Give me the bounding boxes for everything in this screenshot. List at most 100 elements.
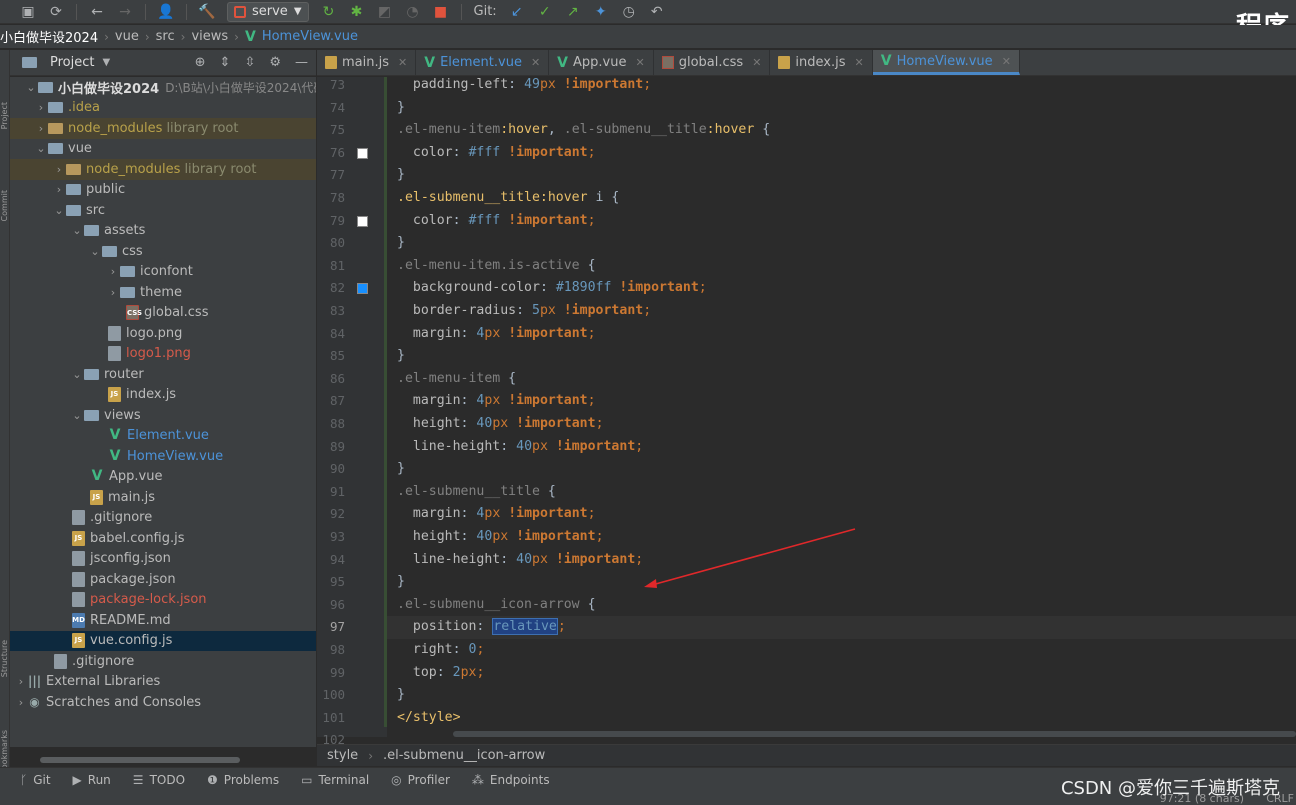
tree-item-assets[interactable]: ⌄ assets — [10, 221, 316, 242]
chevron-right-icon[interactable]: › — [52, 163, 66, 176]
git-update-icon[interactable]: ↙ — [509, 4, 525, 20]
tree-item-jsconfig[interactable]: jsconfig.json — [10, 549, 316, 570]
tool-terminal[interactable]: ▭ Terminal — [301, 773, 369, 787]
editor-gutter[interactable]: 73 74 75 76 77 78 79 80 81 82 83 84 85 86 87 88 89 90 91 92… — [317, 77, 387, 747]
project-horizontal-scrollbar[interactable] — [40, 757, 240, 763]
tool-endpoints[interactable]: ⁂ Endpoints — [472, 773, 550, 787]
close-icon[interactable]: ✕ — [635, 56, 644, 69]
chevron-down-icon[interactable]: ▼ — [102, 57, 110, 68]
code-crumb-selector[interactable]: .el-submenu__icon-arrow — [383, 748, 545, 763]
forward-icon[interactable]: → — [117, 4, 133, 20]
tree-item-gitignore-vue[interactable]: .gitignore — [10, 508, 316, 529]
tree-item-src[interactable]: ⌄ src — [10, 200, 316, 221]
tree-item-views[interactable]: ⌄ views — [10, 405, 316, 426]
tree-item-node-modules-vue[interactable]: › node_modules library root — [10, 159, 316, 180]
save-icon[interactable]: ▣ — [20, 4, 36, 20]
structure-tool-tab[interactable]: Structure — [0, 640, 10, 677]
back-icon[interactable]: ← — [89, 4, 105, 20]
code-crumb-style[interactable]: style — [327, 748, 358, 763]
tree-item-gitignore-root[interactable]: .gitignore — [10, 651, 316, 672]
tree-item-babel-config[interactable]: JS babel.config.js — [10, 528, 316, 549]
tree-item-node-modules-root[interactable]: › node_modules library root — [10, 118, 316, 139]
tree-item-package-json[interactable]: package.json — [10, 569, 316, 590]
tab-app-vue[interactable]: V App.vue ✕ — [549, 50, 654, 75]
tree-item-scratches[interactable]: › ◉ Scratches and Consoles — [10, 692, 316, 713]
editor-horizontal-scrollbar[interactable] — [453, 731, 1296, 737]
nav-crumb-file[interactable]: HomeView.vue — [262, 29, 358, 44]
tab-main-js[interactable]: main.js ✕ — [317, 50, 417, 75]
git-fetch-icon[interactable]: ✦ — [593, 4, 609, 20]
tool-profiler[interactable]: ◎ Profiler — [391, 773, 450, 787]
gear-icon[interactable]: ⚙ — [269, 55, 281, 70]
chevron-down-icon[interactable]: ⌄ — [34, 142, 48, 155]
tree-item-main-js[interactable]: JS main.js — [10, 487, 316, 508]
rollback-icon[interactable]: ↶ — [649, 4, 665, 20]
color-swatch-icon[interactable] — [357, 147, 368, 159]
tree-item-global-css[interactable]: CSS global.css — [10, 303, 316, 324]
tree-item-css[interactable]: ⌄ css — [10, 241, 316, 262]
chevron-down-icon[interactable]: ⌄ — [24, 81, 38, 94]
hammer-icon[interactable]: 🔨 — [198, 4, 215, 20]
tool-run[interactable]: ▶ Run — [73, 773, 111, 787]
tree-item-iconfont[interactable]: › iconfont — [10, 262, 316, 283]
chevron-right-icon[interactable]: › — [34, 101, 48, 114]
git-commit-icon[interactable]: ✓ — [537, 4, 553, 20]
chevron-right-icon[interactable]: › — [14, 675, 28, 688]
user-icon[interactable]: 👤 — [157, 4, 174, 20]
stop-icon[interactable]: ■ — [433, 4, 449, 20]
chevron-right-icon[interactable]: › — [106, 286, 120, 299]
tree-item-idea[interactable]: › .idea — [10, 98, 316, 119]
tree-item-public[interactable]: › public — [10, 180, 316, 201]
commit-tool-tab[interactable]: Commit — [0, 190, 10, 221]
chevron-down-icon[interactable]: ⌄ — [88, 245, 102, 258]
code-editor[interactable]: padding-left: 49px !important;} .el-menu-… — [387, 77, 1296, 737]
coverage-icon[interactable]: ◩ — [377, 4, 393, 20]
tree-item-router-index[interactable]: JS index.js — [10, 385, 316, 406]
tree-item-homeview-vue[interactable]: V HomeView.vue — [10, 446, 316, 467]
tree-item-theme[interactable]: › theme — [10, 282, 316, 303]
chevron-right-icon[interactable]: › — [52, 183, 66, 196]
collapse-all-icon[interactable]: ⇳ — [244, 55, 255, 70]
nav-crumb-src[interactable]: src — [156, 29, 175, 44]
tree-item-router[interactable]: ⌄ router — [10, 364, 316, 385]
tree-item-readme[interactable]: MD README.md — [10, 610, 316, 631]
close-icon[interactable]: ✕ — [752, 56, 761, 69]
nav-crumb-vue[interactable]: vue — [115, 29, 139, 44]
close-icon[interactable]: ✕ — [855, 56, 864, 69]
tab-element-vue[interactable]: V Element.vue ✕ — [416, 50, 550, 75]
project-panel-title[interactable]: Project — [50, 55, 94, 70]
chevron-down-icon[interactable]: ⌄ — [70, 409, 84, 422]
tree-item-element-vue[interactable]: V Element.vue — [10, 426, 316, 447]
chevron-down-icon[interactable]: ⌄ — [70, 224, 84, 237]
chevron-down-icon[interactable]: ⌄ — [52, 204, 66, 217]
chevron-right-icon[interactable]: › — [14, 696, 28, 709]
project-tool-tab[interactable]: Project — [0, 102, 10, 129]
tool-problems[interactable]: ❶ Problems — [207, 773, 279, 787]
color-swatch-icon[interactable] — [357, 215, 368, 227]
tree-item-external-libraries[interactable]: › ||| External Libraries — [10, 672, 316, 693]
tree-item-logo1[interactable]: logo1.png — [10, 344, 316, 365]
tree-item-package-lock[interactable]: package-lock.json — [10, 590, 316, 611]
hide-icon[interactable]: — — [295, 55, 308, 70]
chevron-right-icon[interactable]: › — [106, 265, 120, 278]
tab-homeview-vue[interactable]: V HomeView.vue ✕ — [872, 50, 1020, 75]
tool-todo[interactable]: ☰ TODO — [133, 773, 185, 787]
tree-item-logo[interactable]: logo.png — [10, 323, 316, 344]
git-push-icon[interactable]: ↗ — [565, 4, 581, 20]
nav-crumb-project[interactable]: 小白做毕设2024 — [0, 27, 98, 46]
close-icon[interactable]: ✕ — [398, 56, 407, 69]
run-config-selector[interactable]: serve ▼ — [227, 1, 309, 22]
tree-item-vue-config[interactable]: JS vue.config.js — [10, 630, 316, 651]
tool-git[interactable]: ᚴ Git — [20, 773, 51, 787]
nav-crumb-views[interactable]: views — [191, 29, 228, 44]
tree-item-app-vue[interactable]: V App.vue — [10, 467, 316, 488]
debug-icon[interactable]: ✱ — [349, 4, 365, 20]
history-icon[interactable]: ◷ — [621, 4, 637, 20]
tab-index-js[interactable]: index.js ✕ — [770, 50, 873, 75]
chevron-down-icon[interactable]: ⌄ — [70, 368, 84, 381]
tree-root[interactable]: ⌄ 小白做毕设2024 D:\B站\小白做毕设2024\代码\ — [10, 77, 316, 98]
tab-global-css[interactable]: global.css ✕ — [654, 50, 771, 75]
locate-icon[interactable]: ⊕ — [195, 55, 206, 70]
rerun-icon[interactable]: ↻ — [321, 4, 337, 20]
tree-item-vue[interactable]: ⌄ vue — [10, 139, 316, 160]
